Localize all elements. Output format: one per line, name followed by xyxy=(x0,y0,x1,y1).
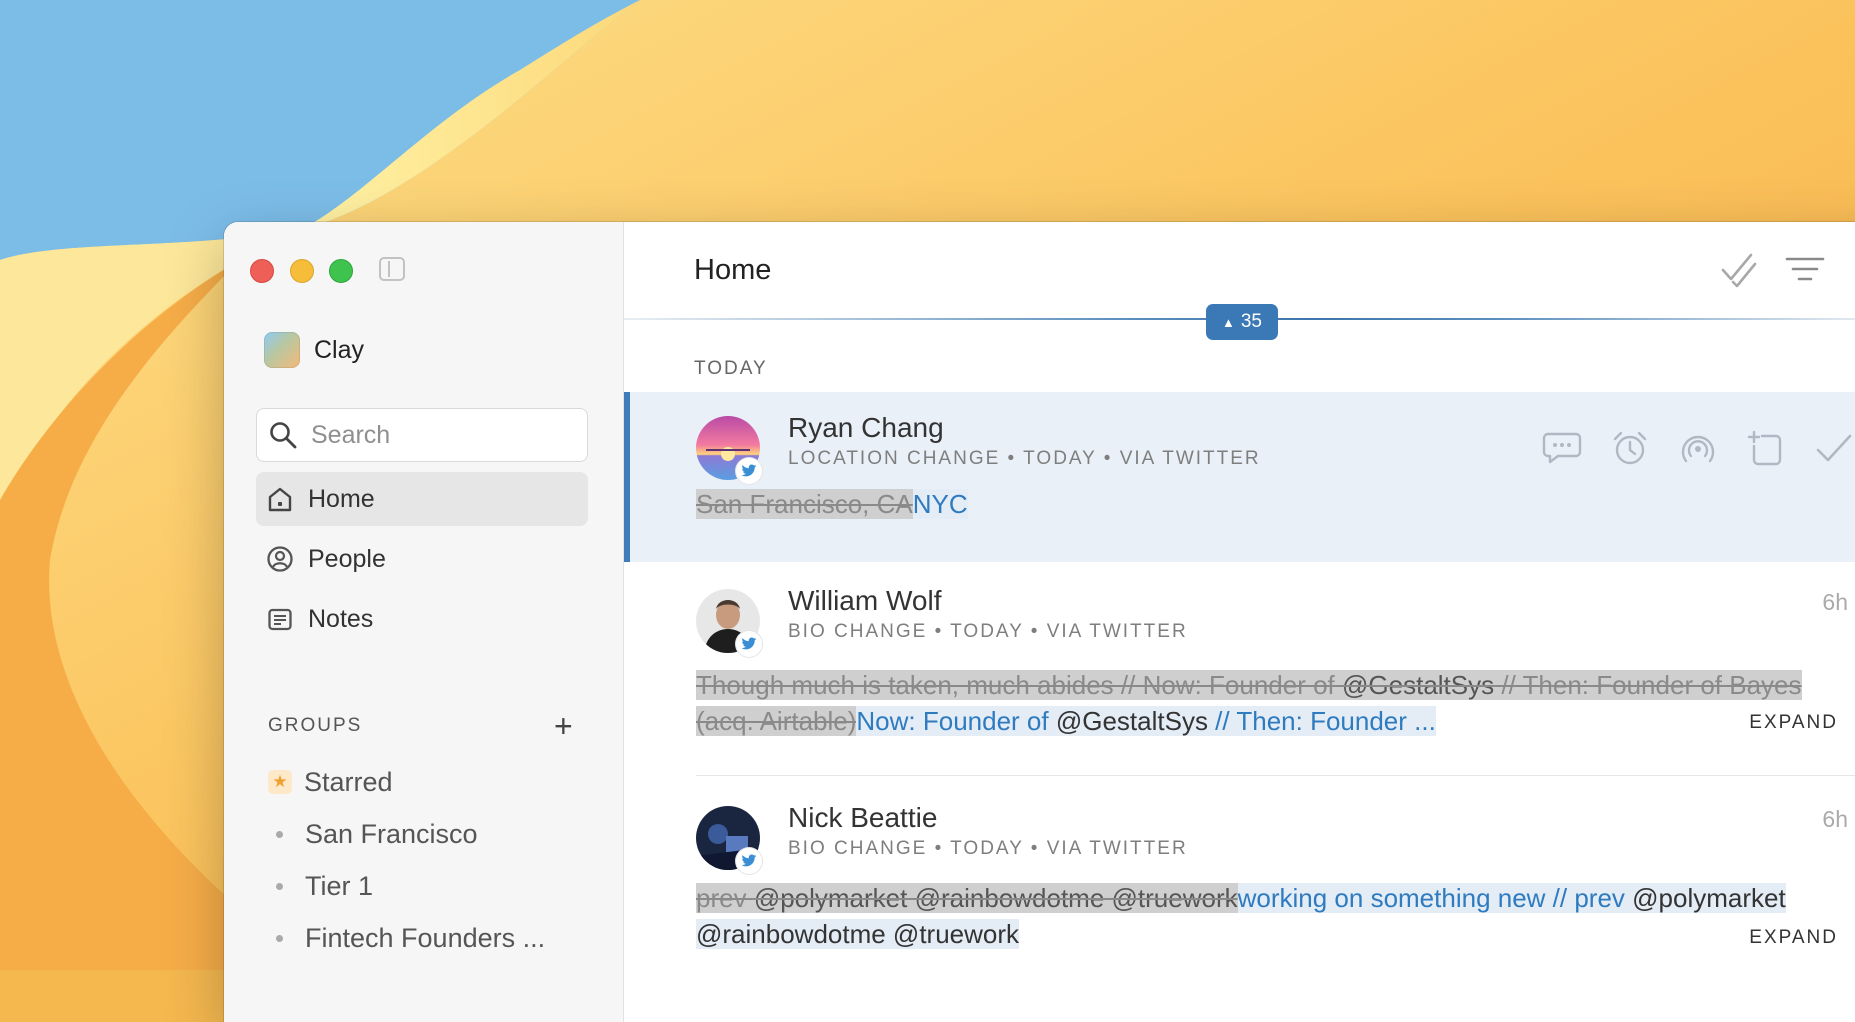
person-name[interactable]: Nick Beattie xyxy=(788,802,937,834)
sidebar-item-home[interactable]: Home xyxy=(256,472,588,526)
feed-item[interactable]: William Wolf BIO CHANGE • TODAY • VIA TW… xyxy=(624,567,1855,777)
section-heading: TODAY xyxy=(694,358,768,379)
group-label: Starred xyxy=(304,766,393,797)
search-icon xyxy=(270,422,297,449)
sidebar: Clay Home People xyxy=(224,222,624,1022)
expand-button[interactable]: EXPAND xyxy=(1749,712,1838,734)
add-group-button[interactable]: + xyxy=(554,710,573,742)
alarm-clock-icon[interactable] xyxy=(1610,430,1650,466)
new-text: working on something new // prev xyxy=(1237,883,1633,913)
mention-link[interactable]: @GestaltSys xyxy=(1342,670,1494,700)
sidebar-item-label: Home xyxy=(308,484,375,513)
timestamp: 6h xyxy=(1822,589,1848,615)
change-meta: BIO CHANGE • TODAY • VIA TWITTER xyxy=(788,621,1188,642)
mention-link[interactable]: @GestaltSys xyxy=(1056,706,1208,736)
clay-logo-icon xyxy=(264,332,300,368)
twitter-icon xyxy=(736,458,762,484)
change-body: San Francisco, CANYC xyxy=(696,486,1816,522)
broadcast-icon[interactable] xyxy=(1678,430,1718,466)
change-meta: BIO CHANGE • TODAY • VIA TWITTER xyxy=(788,838,1188,859)
row-divider xyxy=(696,775,1855,776)
sidebar-item-notes[interactable]: Notes xyxy=(256,592,588,646)
person-name[interactable]: Ryan Chang xyxy=(788,412,944,444)
mark-all-done-icon[interactable] xyxy=(1721,252,1759,288)
feed-item[interactable]: Ryan Chang LOCATION CHANGE • TODAY • VIA… xyxy=(624,392,1855,562)
mark-done-icon[interactable] xyxy=(1814,430,1854,466)
zoom-window-button[interactable] xyxy=(329,259,353,283)
sidebar-item-label: People xyxy=(308,544,386,573)
group-item-san-francisco[interactable]: San Francisco xyxy=(268,814,478,854)
bullet-icon xyxy=(276,830,283,838)
main-panel: Home ▲ 35 TODAY Ryan Chang LOCATION CHAN… xyxy=(624,222,1855,1022)
group-label: Tier 1 xyxy=(305,870,374,901)
mention-link[interactable]: @polymarket @rainbowdotme @truework xyxy=(754,883,1238,913)
comment-icon[interactable] xyxy=(1542,430,1582,466)
group-label: San Francisco xyxy=(305,818,478,849)
search-box[interactable] xyxy=(256,408,588,462)
new-items-count: 35 xyxy=(1240,311,1262,332)
filter-icon[interactable] xyxy=(1785,252,1825,288)
workspace-switcher[interactable]: Clay xyxy=(264,332,364,368)
sidebar-toggle-icon[interactable] xyxy=(379,257,405,281)
groups-heading: GROUPS xyxy=(268,715,363,736)
twitter-icon xyxy=(736,631,762,657)
notes-icon xyxy=(268,608,292,631)
app-window: Clay Home People xyxy=(224,222,1855,1022)
expand-button[interactable]: EXPAND xyxy=(1749,927,1838,949)
person-circle-icon xyxy=(267,546,293,572)
timestamp: 6h xyxy=(1822,806,1848,832)
group-item-tier-1[interactable]: Tier 1 xyxy=(268,866,373,906)
sidebar-item-people[interactable]: People xyxy=(256,532,588,586)
bullet-icon xyxy=(276,882,283,890)
twitter-icon xyxy=(736,848,762,874)
star-icon: ★ xyxy=(268,770,292,794)
group-label: Fintech Founders ... xyxy=(305,922,546,953)
old-value: prev @polymarket @rainbowdotme @truework xyxy=(696,883,1238,913)
page-title: Home xyxy=(694,254,772,286)
new-value: Now: Founder of @GestaltSys // Then: Fou… xyxy=(856,706,1436,736)
close-window-button[interactable] xyxy=(250,259,274,283)
arrow-up-icon: ▲ xyxy=(1221,314,1235,330)
sidebar-item-label: Notes xyxy=(308,604,374,633)
old-text: Though much is taken, much abides // Now… xyxy=(696,670,1343,700)
change-body: prev @polymarket @rainbowdotme @truework… xyxy=(696,880,1816,952)
person-name[interactable]: William Wolf xyxy=(788,585,941,617)
bullet-icon xyxy=(276,934,283,942)
group-item-starred[interactable]: ★ Starred xyxy=(268,762,393,802)
new-value: NYC xyxy=(912,489,968,519)
change-body: Though much is taken, much abides // Now… xyxy=(696,667,1816,739)
old-text: prev xyxy=(696,883,754,913)
new-text: Now: Founder of xyxy=(856,706,1056,736)
home-icon xyxy=(268,487,292,512)
add-to-group-icon[interactable] xyxy=(1746,430,1786,466)
change-meta: LOCATION CHANGE • TODAY • VIA TWITTER xyxy=(788,448,1261,469)
new-text: // Then: Founder ... xyxy=(1207,706,1436,736)
old-value: San Francisco, CA xyxy=(696,489,913,519)
search-input[interactable] xyxy=(309,419,573,451)
minimize-window-button[interactable] xyxy=(290,259,314,283)
new-items-badge[interactable]: ▲ 35 xyxy=(1206,304,1278,340)
item-actions xyxy=(1542,430,1854,466)
group-item-fintech-founders[interactable]: Fintech Founders ... xyxy=(268,918,545,958)
feed-item[interactable]: Nick Beattie BIO CHANGE • TODAY • VIA TW… xyxy=(624,777,1855,1022)
workspace-name: Clay xyxy=(314,335,365,364)
